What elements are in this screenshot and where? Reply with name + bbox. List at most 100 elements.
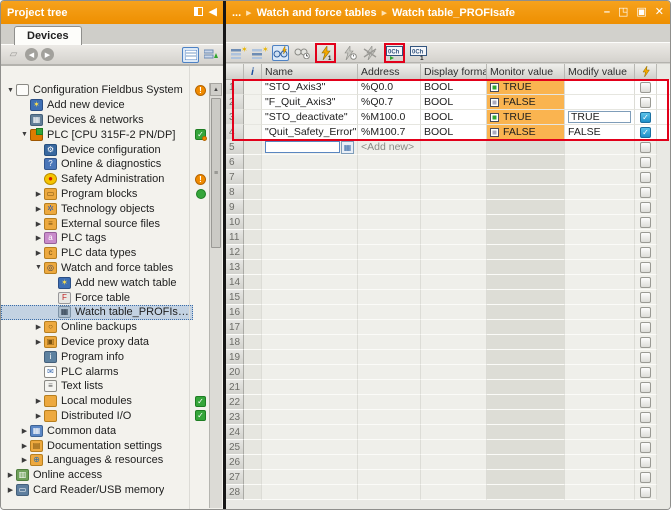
expanded-arrow-icon[interactable]: ▼	[33, 264, 44, 271]
row-number[interactable]: 19	[226, 350, 244, 365]
display-format-cell[interactable]	[421, 185, 487, 200]
tree-item-force-table[interactable]: FForce table	[1, 290, 223, 305]
modify-enable-checkbox[interactable]	[640, 262, 651, 273]
tree-item-device-proxy-data[interactable]: ▶▣Device proxy data	[1, 335, 223, 350]
modify-value-cell[interactable]	[565, 305, 635, 320]
row-number[interactable]: 25	[226, 440, 244, 455]
panel-splitter[interactable]	[223, 1, 226, 509]
modify-value-cell[interactable]	[565, 230, 635, 245]
tree-item-online-access[interactable]: ▶▥Online access	[1, 468, 223, 483]
collapsed-arrow-icon[interactable]: ▶	[5, 471, 16, 479]
name-cell[interactable]	[262, 275, 358, 290]
tree-item-common-data[interactable]: ▶▦Common data	[1, 423, 223, 438]
address-cell[interactable]: %Q0.0	[358, 80, 421, 95]
tree-item-plc-alarms[interactable]: ✉PLC alarms	[1, 364, 223, 379]
row-number[interactable]: 2	[226, 95, 244, 110]
address-cell[interactable]	[358, 290, 421, 305]
modify-value-cell[interactable]	[565, 245, 635, 260]
address-cell[interactable]	[358, 320, 421, 335]
display-format-cell[interactable]	[421, 335, 487, 350]
collapsed-arrow-icon[interactable]: ▶	[33, 190, 44, 198]
display-format-cell[interactable]	[421, 470, 487, 485]
tree-item-program-info[interactable]: iProgram info	[1, 349, 223, 364]
modify-value-cell[interactable]	[565, 215, 635, 230]
modify-value-cell[interactable]	[565, 80, 635, 95]
row-number[interactable]: 12	[226, 245, 244, 260]
name-cell[interactable]	[262, 200, 358, 215]
tab-devices[interactable]: Devices	[14, 26, 82, 45]
row-number[interactable]: 7	[226, 170, 244, 185]
modify-value-cell[interactable]	[565, 485, 635, 500]
row-number[interactable]: 8	[226, 185, 244, 200]
name-cell[interactable]	[262, 380, 358, 395]
name-cell[interactable]	[262, 335, 358, 350]
add-row-icon[interactable]: ✶	[251, 45, 268, 61]
modify-value-cell[interactable]	[565, 290, 635, 305]
modify-enable-checkbox[interactable]	[640, 472, 651, 483]
name-cell[interactable]	[262, 395, 358, 410]
display-format-cell[interactable]	[421, 380, 487, 395]
modify-enable-checkbox[interactable]	[640, 292, 651, 303]
name-cell[interactable]	[262, 365, 358, 380]
display-format-cell[interactable]	[421, 440, 487, 455]
name-cell[interactable]: "STO_deactivate"	[262, 110, 358, 125]
name-cell[interactable]	[262, 290, 358, 305]
row-number[interactable]: 15	[226, 290, 244, 305]
tree-item-plc-tags[interactable]: ▶aPLC tags	[1, 231, 223, 246]
modify-value-cell[interactable]	[565, 455, 635, 470]
modify-value-cell[interactable]	[565, 275, 635, 290]
name-cell[interactable]: "STO_Axis3"	[262, 80, 358, 95]
modify-enable-checkbox[interactable]	[640, 367, 651, 378]
new-item-icon[interactable]: ▱	[5, 47, 22, 63]
breadcrumb-item-watch-table-profisafe[interactable]: Watch table_PROFIsafe	[392, 7, 515, 19]
display-format-cell[interactable]	[421, 320, 487, 335]
address-cell[interactable]	[358, 470, 421, 485]
address-cell[interactable]	[358, 230, 421, 245]
name-cell[interactable]	[262, 410, 358, 425]
display-format-cell[interactable]	[421, 245, 487, 260]
expanded-arrow-icon[interactable]: ▼	[19, 131, 30, 138]
modify-enable-checkbox[interactable]	[640, 442, 651, 453]
row-number[interactable]: 20	[226, 365, 244, 380]
collapsed-arrow-icon[interactable]: ▶	[5, 486, 16, 494]
address-cell[interactable]	[358, 350, 421, 365]
row-number[interactable]: 10	[226, 215, 244, 230]
modify-enable-checkbox[interactable]	[640, 247, 651, 258]
collapse-panel-icon[interactable]: ◀	[209, 7, 217, 18]
row-number[interactable]: 24	[226, 425, 244, 440]
modify-value-cell[interactable]	[565, 350, 635, 365]
display-format-cell[interactable]	[421, 215, 487, 230]
address-cell[interactable]	[358, 260, 421, 275]
name-cell[interactable]	[262, 155, 358, 170]
tree-item-device-configuration[interactable]: ⚙Device configuration	[1, 142, 223, 157]
address-cell[interactable]	[358, 275, 421, 290]
modify-enable-checkbox[interactable]	[640, 307, 651, 318]
monitor-once-icon[interactable]	[293, 45, 310, 61]
project-tree-scrollbar[interactable]: ▲ ≡	[209, 83, 222, 508]
modify-enable-checkbox[interactable]	[640, 487, 651, 498]
name-cell[interactable]: ▦	[262, 140, 358, 155]
collapsed-arrow-icon[interactable]: ▶	[33, 412, 44, 420]
display-format-cell[interactable]	[421, 260, 487, 275]
display-format-cell[interactable]	[421, 350, 487, 365]
name-cell[interactable]	[262, 320, 358, 335]
row-number[interactable]: 26	[226, 455, 244, 470]
auto-collapse-icon[interactable]	[194, 7, 203, 18]
display-format-cell[interactable]	[421, 365, 487, 380]
modify-value-cell[interactable]	[565, 425, 635, 440]
address-cell[interactable]	[358, 245, 421, 260]
modify-value-cell[interactable]	[565, 380, 635, 395]
modify-enable-checkbox[interactable]: ✓	[640, 127, 651, 138]
name-cell[interactable]	[262, 170, 358, 185]
display-format-cell[interactable]	[421, 305, 487, 320]
collapsed-arrow-icon[interactable]: ▶	[19, 442, 30, 450]
modify-value-cell[interactable]	[565, 185, 635, 200]
row-number[interactable]: 11	[226, 230, 244, 245]
header-modify-value[interactable]: Modify value	[565, 64, 635, 80]
tree-item-card-reader-usb-memory[interactable]: ▶▭Card Reader/USB memory	[1, 483, 223, 498]
address-cell[interactable]	[358, 185, 421, 200]
row-number[interactable]: 4	[226, 125, 244, 140]
name-cell[interactable]	[262, 485, 358, 500]
header-monitor-value[interactable]: Monitor value	[487, 64, 565, 80]
header-address[interactable]: Address	[358, 64, 421, 80]
